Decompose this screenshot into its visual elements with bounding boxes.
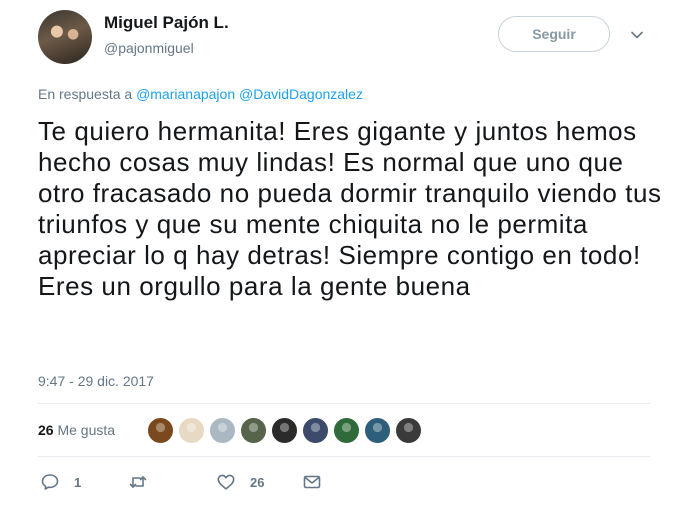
tweet-text: Te quiero hermanita! Eres gigante y junt… [38, 116, 662, 301]
liker-avatar[interactable] [147, 417, 174, 444]
liker-avatar[interactable] [333, 417, 360, 444]
envelope-icon [303, 475, 321, 489]
liker-avatar[interactable] [271, 417, 298, 444]
liker-avatar[interactable] [178, 417, 205, 444]
likes-label: Me gusta [57, 422, 116, 438]
follow-button[interactable]: Seguir [498, 16, 610, 52]
liker-avatar[interactable] [364, 417, 391, 444]
heart-icon [217, 474, 235, 490]
mention-link-1[interactable]: @marianapajon [136, 86, 235, 102]
liker-avatar[interactable] [395, 417, 422, 444]
liker-avatar[interactable] [302, 417, 329, 444]
like-count: 26 [250, 474, 265, 490]
retweet-icon [129, 476, 147, 488]
retweet-action[interactable] [128, 472, 148, 492]
profile-avatar[interactable] [38, 10, 92, 64]
liker-avatar[interactable] [209, 417, 236, 444]
message-action[interactable] [302, 472, 322, 492]
chevron-down-icon[interactable] [630, 28, 644, 42]
like-action[interactable]: 26 [216, 472, 264, 492]
reply-context: En respuesta a @marianapajon @DavidDagon… [38, 86, 363, 102]
divider [38, 456, 650, 457]
likes-summary[interactable]: 26 Me gusta [38, 422, 115, 438]
reply-icon [41, 474, 59, 490]
reply-count: 1 [74, 474, 82, 490]
divider [38, 403, 650, 404]
liker-avatar[interactable] [240, 417, 267, 444]
tweet-timestamp[interactable]: 9:47 - 29 dic. 2017 [38, 373, 154, 389]
user-handle[interactable]: @pajonmiguel [104, 40, 194, 56]
mention-link-2[interactable]: @DavidDagonzalez [239, 86, 363, 102]
likes-count: 26 [38, 422, 54, 438]
display-name[interactable]: Miguel Pajón L. [104, 13, 229, 33]
reply-prefix: En respuesta a [38, 86, 133, 102]
reply-action[interactable]: 1 [40, 472, 81, 492]
